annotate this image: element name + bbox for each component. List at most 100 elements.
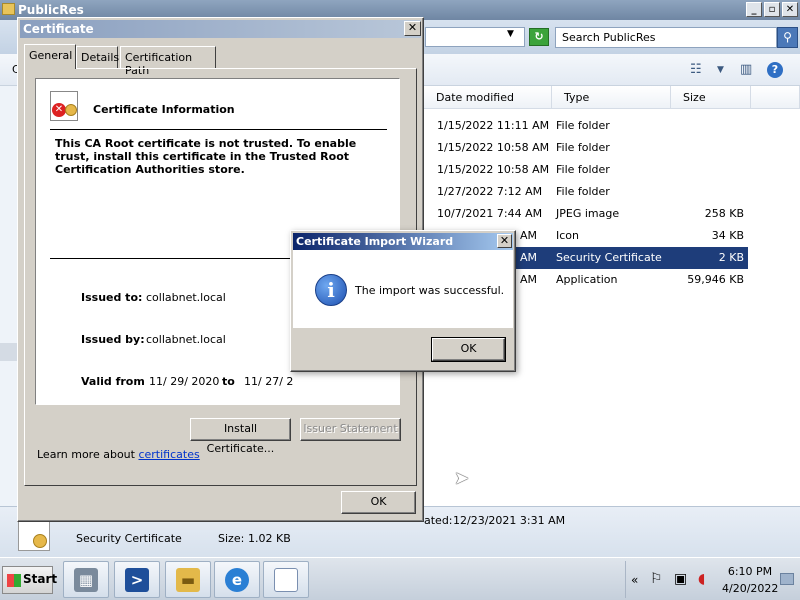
details-file-type: Security Certificate <box>76 532 182 545</box>
tray-expand-icon[interactable]: « <box>631 573 638 587</box>
column-filler <box>751 86 800 109</box>
row-type: JPEG image <box>556 207 620 220</box>
mouse-cursor-icon: ➤ <box>454 468 470 489</box>
certificate-titlebar[interactable]: Certificate ✕ <box>20 20 421 38</box>
row-size: 2 KB <box>718 251 744 264</box>
trust-warning-text: This CA Root certificate is not trusted.… <box>55 137 357 176</box>
issued-by-value: collabnet.local <box>146 333 226 346</box>
column-type[interactable]: Type <box>552 86 671 109</box>
show-desktop-button[interactable] <box>780 573 794 585</box>
tab-details[interactable]: Details <box>76 46 119 68</box>
row-type: File folder <box>556 119 610 132</box>
valid-to-value: 11/ 27/ 2 <box>244 375 294 388</box>
clock-date[interactable]: 4/20/2022 <box>722 582 778 595</box>
row-type: Application <box>556 273 618 286</box>
folder-icon <box>2 3 15 15</box>
table-row[interactable]: 1/27/2022 7:12 AM File folder <box>424 181 800 203</box>
table-row[interactable]: 10/7/2021 7:44 AM JPEG image 258 KB <box>424 203 800 225</box>
explorer-title: PublicRes <box>18 3 84 17</box>
valid-to-label: to <box>222 375 235 388</box>
server-manager-icon: ▦ <box>74 568 98 592</box>
row-date: AM <box>520 273 538 286</box>
preview-pane-icon[interactable]: ▥ <box>740 62 752 77</box>
clock-time[interactable]: 6:10 PM <box>726 565 774 578</box>
details-created-value: 12/23/2021 3:31 AM <box>453 514 566 527</box>
wizard-ok-button[interactable]: OK <box>431 337 506 362</box>
chevron-down-icon[interactable]: ▼ <box>717 65 724 75</box>
valid-from-label: Valid from <box>81 375 145 388</box>
certificate-error-icon: ✕ <box>50 91 78 121</box>
row-date: 1/27/2022 7:12 AM <box>437 185 543 198</box>
nav-pane-selection[interactable] <box>0 343 17 361</box>
details-size-value: 1.02 KB <box>248 532 291 545</box>
info-heading: Certificate Information <box>93 103 235 116</box>
refresh-button[interactable]: ↻ <box>529 28 549 46</box>
taskbar: Start ▦ > ▬ e « ⚐ ▣ ◖ 6:10 PM 4/20/2022 <box>0 557 800 600</box>
close-window-button[interactable]: ✕ <box>782 2 798 17</box>
row-type: Security Certificate <box>556 251 662 264</box>
start-label: Start <box>23 572 58 586</box>
start-button[interactable]: Start <box>2 566 57 594</box>
help-icon[interactable]: ? <box>767 62 783 78</box>
wizard-message: The import was successful. <box>355 284 505 297</box>
divider <box>50 129 387 130</box>
issued-by-label: Issued by: <box>81 333 145 346</box>
wizard-titlebar[interactable]: Certificate Import Wizard ✕ <box>293 233 513 250</box>
row-type: Icon <box>556 229 579 242</box>
close-icon[interactable]: ✕ <box>497 234 512 248</box>
action-center-flag-icon[interactable]: ⚐ <box>650 571 663 587</box>
windows-flag-icon <box>7 574 21 587</box>
wizard-message-area: i The import was successful. <box>293 250 513 328</box>
tab-certification-path[interactable]: Certification Path <box>120 46 216 77</box>
search-input[interactable]: Search PublicRes <box>555 27 777 48</box>
issued-to-value: collabnet.local <box>146 291 226 304</box>
taskbar-notepad[interactable] <box>263 561 309 598</box>
document-icon <box>274 568 298 592</box>
volume-muted-icon[interactable]: ◖ <box>698 571 705 587</box>
taskbar-explorer[interactable]: ▬ <box>165 561 211 598</box>
chevron-down-icon[interactable]: ▼ <box>507 29 514 39</box>
minimize-button[interactable]: _ <box>746 2 762 17</box>
wizard-title: Certificate Import Wizard <box>296 235 454 248</box>
maximize-button[interactable]: ▫ <box>764 2 780 17</box>
row-date: 1/15/2022 10:58 AM <box>437 141 550 154</box>
certificates-link[interactable]: certificates <box>138 448 199 461</box>
table-row[interactable]: 1/15/2022 10:58 AM File folder <box>424 159 800 181</box>
details-size-label: Size: <box>218 532 245 545</box>
certificate-file-icon <box>18 517 50 551</box>
info-icon: i <box>315 274 347 306</box>
details-created-label: ated: <box>424 514 453 527</box>
install-certificate-button[interactable]: Install Certificate... <box>190 418 291 455</box>
table-row[interactable]: 1/15/2022 10:58 AM File folder <box>424 137 800 159</box>
import-wizard-dialog: Certificate Import Wizard ✕ i The import… <box>290 230 516 372</box>
row-size: 34 KB <box>711 229 744 242</box>
tab-general[interactable]: General <box>24 44 76 69</box>
issued-to-label: Issued to: <box>81 291 143 304</box>
row-type: File folder <box>556 185 610 198</box>
column-date-modified[interactable]: Date modified <box>424 86 552 109</box>
taskbar-powershell[interactable]: > <box>114 561 160 598</box>
view-options-icon[interactable]: ☷ <box>690 62 702 77</box>
ok-button[interactable]: OK <box>341 491 416 514</box>
table-row[interactable]: 1/15/2022 11:11 AM File folder <box>424 115 800 137</box>
row-size: 258 KB <box>704 207 744 220</box>
system-tray: « ⚐ ▣ ◖ 6:10 PM 4/20/2022 <box>625 561 798 598</box>
learn-more-prefix: Learn more about <box>37 448 139 461</box>
row-size: 59,946 KB <box>687 273 744 286</box>
row-date: AM <box>520 251 538 264</box>
taskbar-internet-explorer[interactable]: e <box>214 561 260 598</box>
network-icon[interactable]: ▣ <box>674 571 687 587</box>
certificate-title: Certificate <box>23 22 94 36</box>
search-icon[interactable]: ⚲ <box>777 27 798 48</box>
internet-explorer-icon: e <box>225 568 249 592</box>
issuer-statement-button[interactable]: Issuer Statement <box>300 418 401 441</box>
row-type: File folder <box>556 163 610 176</box>
powershell-icon: > <box>125 568 149 592</box>
column-size[interactable]: Size <box>671 86 751 109</box>
folder-icon: ▬ <box>176 568 200 592</box>
row-date: 10/7/2021 7:44 AM <box>437 207 543 220</box>
row-date: 1/15/2022 10:58 AM <box>437 163 550 176</box>
taskbar-server-manager[interactable]: ▦ <box>63 561 109 598</box>
close-icon[interactable]: ✕ <box>404 21 421 36</box>
row-type: File folder <box>556 141 610 154</box>
